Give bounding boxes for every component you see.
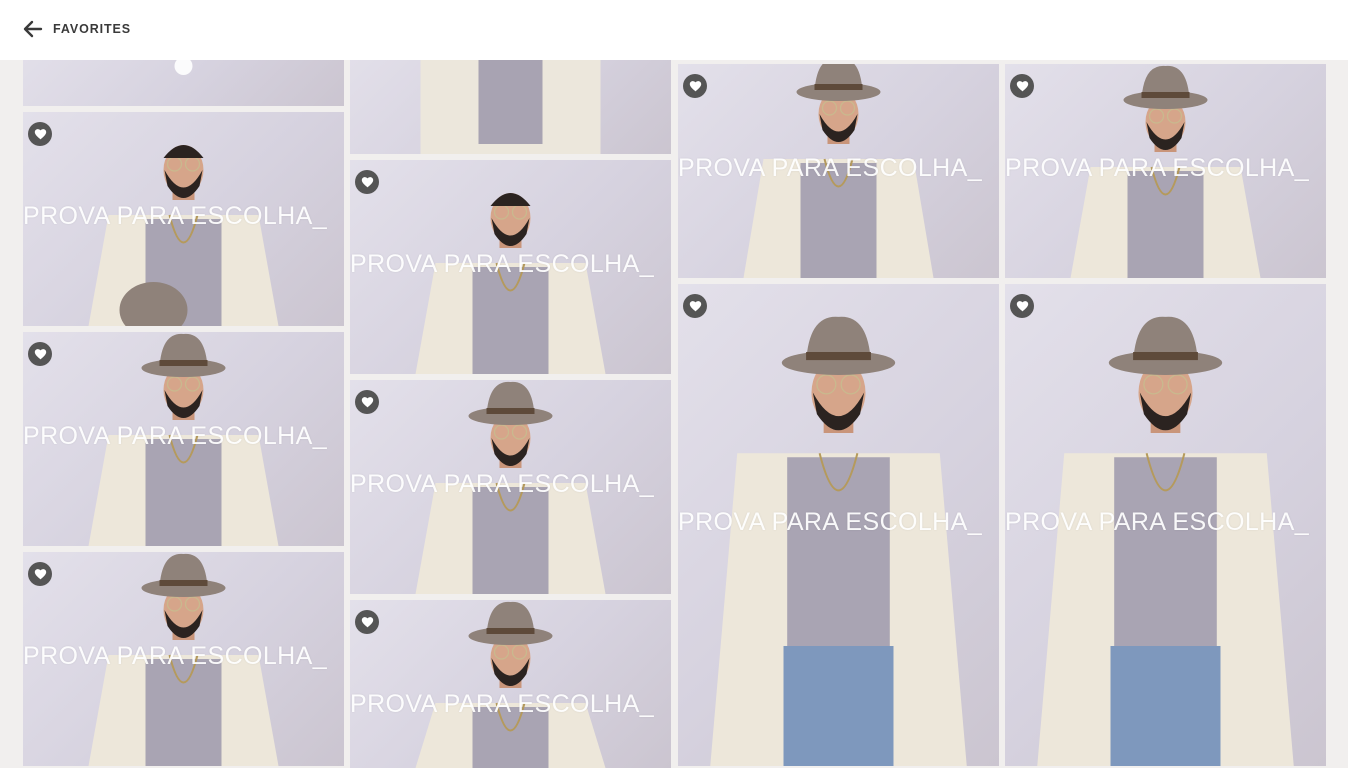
photo-tile[interactable]: PROVA PARA ESCOLHA_ (23, 552, 344, 766)
favorite-button[interactable] (1010, 74, 1034, 98)
heart-icon (361, 616, 374, 628)
photo-gallery: PROVA PARA ESCOLHA_ PROVA PARA ESCOLHA_ PR… (0, 0, 1348, 768)
arrow-left-icon (23, 20, 43, 38)
top-bar: FAVORITES (0, 0, 1348, 60)
heart-icon (34, 568, 47, 580)
favorite-button[interactable] (28, 122, 52, 146)
heart-icon (361, 396, 374, 408)
favorite-button[interactable] (355, 390, 379, 414)
photo-tile[interactable]: PROVA PARA ESCOLHA_ (1005, 64, 1326, 278)
heart-icon (34, 128, 47, 140)
model-photo (88, 145, 279, 326)
model-photo (88, 333, 279, 546)
favorite-button[interactable] (683, 74, 707, 98)
heart-icon (689, 80, 702, 92)
model-photo (415, 381, 606, 594)
model-photo (415, 193, 606, 374)
photo-tile[interactable]: PROVA PARA ESCOLHA_ (23, 112, 344, 326)
model-photo (710, 316, 967, 766)
favorite-button[interactable] (28, 562, 52, 586)
model-photo (1037, 316, 1294, 766)
photo-tile[interactable]: PROVA PARA ESCOLHA_ (1005, 284, 1326, 766)
photo-tile[interactable]: PROVA PARA ESCOLHA_ (23, 332, 344, 546)
back-button[interactable] (22, 18, 44, 40)
favorite-button[interactable] (683, 294, 707, 318)
heart-icon (1016, 80, 1029, 92)
heart-icon (34, 348, 47, 360)
favorite-button[interactable] (1010, 294, 1034, 318)
favorite-button[interactable] (355, 610, 379, 634)
page-title: FAVORITES (53, 22, 132, 36)
favorite-button[interactable] (355, 170, 379, 194)
model-photo (88, 553, 279, 766)
heart-icon (361, 176, 374, 188)
favorite-button[interactable] (28, 342, 52, 366)
model-photo (743, 64, 934, 278)
photo-tile[interactable]: PROVA PARA ESCOLHA_ (678, 64, 999, 278)
heart-icon (689, 300, 702, 312)
model-photo (415, 601, 606, 768)
photo-tile[interactable]: PROVA PARA ESCOLHA_ (678, 284, 999, 766)
model-photo (1070, 65, 1261, 278)
photo-tile[interactable]: PROVA PARA ESCOLHA_ (350, 160, 671, 374)
photo-tile[interactable]: PROVA PARA ESCOLHA_ (350, 380, 671, 594)
photo-tile[interactable]: PROVA PARA ESCOLHA_ (350, 600, 671, 768)
heart-icon (1016, 300, 1029, 312)
